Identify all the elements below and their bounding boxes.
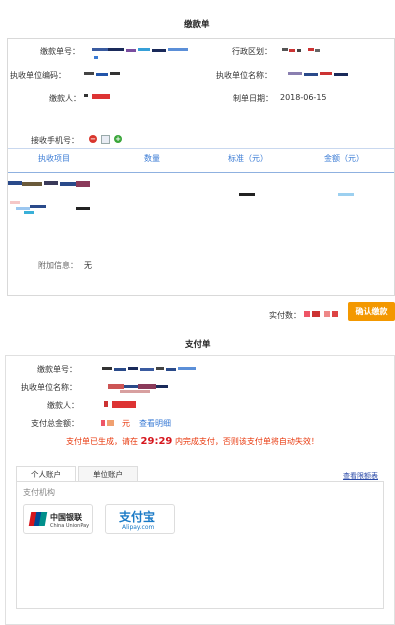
notice-suffix: 内完成支付，否则该支付单将自动失效！ <box>174 437 319 446</box>
org-name-value <box>288 71 352 79</box>
col-standard-header: 标准（元） <box>228 154 268 163</box>
table-top-rule <box>8 148 394 149</box>
unionpay-en-text: China UnionPay <box>50 523 90 529</box>
payment-bill-no-label: 缴款单号： <box>37 365 77 374</box>
payment-bill-no-value <box>102 366 202 374</box>
payer-label: 缴款人： <box>49 94 81 103</box>
payment-payer-value <box>104 399 144 411</box>
payment-payer-label: 缴款人： <box>47 401 79 410</box>
edit-phone-icon[interactable] <box>101 135 110 144</box>
countdown-timer: 29:29 <box>140 436 173 447</box>
confirm-payment-button[interactable]: 确认缴款 <box>348 302 395 321</box>
payer-value <box>84 93 114 101</box>
tab-personal-account[interactable]: 个人账户 <box>16 466 76 481</box>
col-quantity-header: 数量 <box>144 154 160 163</box>
extra-info-value: 无 <box>84 261 92 270</box>
payment-card: 缴款单号： 执收单位名称： 缴款人： 支付总金额： 元 查看明细 支付单已生成，… <box>5 355 395 625</box>
tab-corporate-account[interactable]: 单位账户 <box>78 466 138 481</box>
view-detail-link[interactable]: 查看明细 <box>139 418 171 429</box>
unionpay-cn-text: 中国银联 <box>50 513 82 522</box>
alipay-en-text: Alipay.com <box>122 524 155 531</box>
org-name-label: 执收单位名称： <box>216 71 272 80</box>
date-value: 2018-06-15 <box>280 93 327 102</box>
table-row <box>8 179 394 219</box>
payment-total-value <box>101 419 115 427</box>
phone-label: 接收手机号： <box>31 136 79 145</box>
payment-total-unit: 元 <box>122 419 130 428</box>
org-code-label: 执收单位编码： <box>10 71 66 80</box>
paid-amount-value <box>304 309 340 319</box>
col-amount-header: 金额（元） <box>324 154 364 163</box>
invoice-card: 缴款单号： 行政区划： 执收单位编码： 执收单位名称： 缴款人： 制单日期： 2… <box>7 38 395 296</box>
org-code-value <box>84 71 124 79</box>
notice-prefix: 支付单已生成，请在 <box>66 437 138 446</box>
unionpay-option[interactable]: 中国银联 China UnionPay <box>23 504 93 534</box>
region-label: 行政区划： <box>232 47 272 56</box>
alipay-cn-text: 支付宝 <box>119 510 156 524</box>
add-phone-icon[interactable]: + <box>114 135 122 143</box>
view-quota-link[interactable]: 查看限额表 <box>343 471 378 481</box>
institution-label: 支付机构 <box>23 488 55 497</box>
extra-info-label: 附加信息： <box>38 261 78 270</box>
bill-no-label: 缴款单号： <box>40 47 80 56</box>
unionpay-logo-icon <box>28 512 48 526</box>
payment-method-panel: 支付机构 中国银联 China UnionPay 支付宝 Alipay.com <box>16 481 384 609</box>
paid-amount-label: 实付数： <box>269 311 301 320</box>
alipay-option[interactable]: 支付宝 Alipay.com <box>105 504 175 534</box>
invoice-title: 缴款单 <box>184 20 210 30</box>
date-label: 制单日期： <box>233 94 273 103</box>
payment-org-name-label: 执收单位名称： <box>21 383 77 392</box>
payment-title: 支付单 <box>185 340 211 350</box>
payment-notice: 支付单已生成，请在 29:29 内完成支付，否则该支付单将自动失效！ <box>66 436 319 447</box>
col-item-header: 执收项目 <box>38 154 70 163</box>
payment-total-label: 支付总金额： <box>31 419 79 428</box>
region-value <box>282 47 326 55</box>
table-header-rule <box>8 172 394 173</box>
payment-org-name-value <box>100 382 180 394</box>
remove-phone-icon[interactable]: − <box>89 135 97 143</box>
bill-no-value <box>92 47 192 63</box>
